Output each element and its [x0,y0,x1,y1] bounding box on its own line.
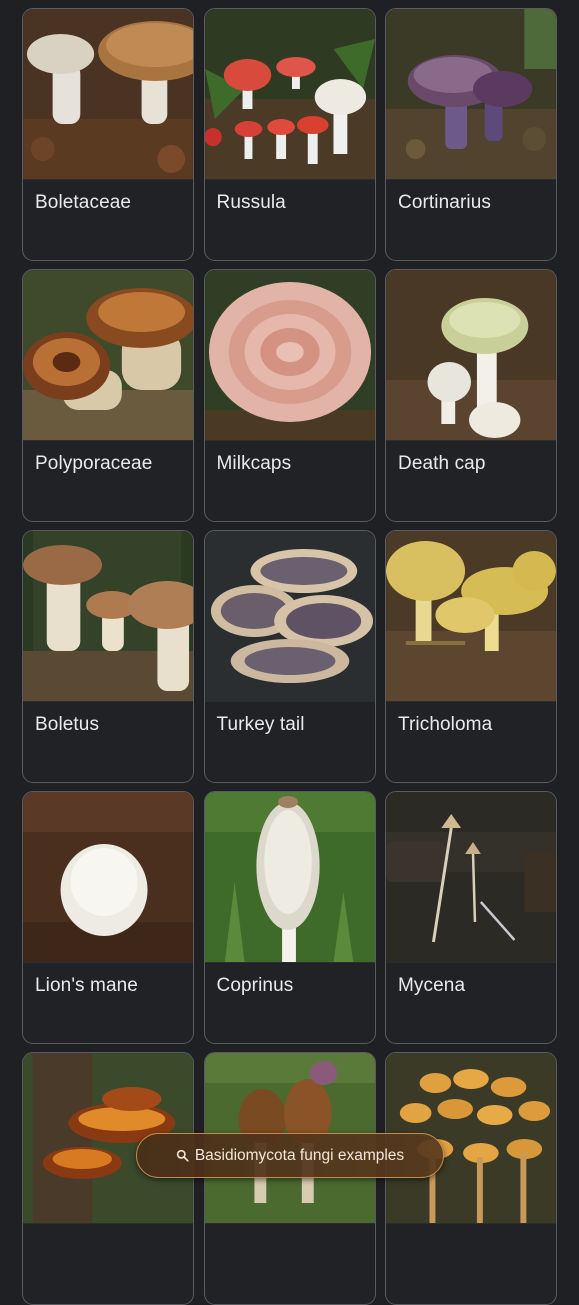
polyporaceae-image [23,270,193,441]
card-boletaceae[interactable]: Boletaceae [22,8,194,261]
card-label: Lion's mane [35,975,138,996]
tricholoma-image [386,531,556,702]
card-polyporaceae[interactable]: Polyporaceae [22,269,194,522]
card-death-cap[interactable]: Death cap [385,269,557,522]
card-partial-3[interactable] [385,1052,557,1305]
card-label: Polyporaceae [35,453,153,474]
card-label: Coprinus [216,975,294,996]
search-suggestion-chip[interactable]: Basidiomycota fungi examples [136,1133,444,1178]
card-russula[interactable]: Russula [203,8,376,261]
card-partial-1[interactable] [22,1052,194,1305]
card-label: Cortinarius [398,192,491,213]
milkcaps-image [204,270,375,441]
card-mycena[interactable]: Mycena [385,791,557,1044]
card-partial-2[interactable] [203,1052,376,1305]
results-grid: Boletaceae Russula Cortinarius Polyporac… [22,8,557,1305]
lions-mane-image [23,792,193,963]
card-label: Turkey tail [216,714,305,735]
card-lions-mane[interactable]: Lion's mane [22,791,194,1044]
card-label: Boletus [35,714,100,735]
mycena-image [386,792,556,963]
card-boletus[interactable]: Boletus [22,530,194,783]
card-label: Boletaceae [35,192,132,213]
card-label: Death cap [398,453,486,474]
coprinus-image [204,792,375,963]
death-cap-image [386,270,556,441]
boletus-image [23,531,193,702]
search-chip-label: Basidiomycota fungi examples [194,1146,405,1164]
card-milkcaps[interactable]: Milkcaps [203,269,376,522]
card-label: Mycena [398,975,466,996]
card-tricholoma[interactable]: Tricholoma [385,530,557,783]
card-turkey-tail[interactable]: Turkey tail [203,530,376,783]
russula-image [204,9,375,180]
boletaceae-image [23,9,193,180]
card-coprinus[interactable]: Coprinus [203,791,376,1044]
card-cortinarius[interactable]: Cortinarius [385,8,557,261]
turkey-tail-image [204,531,375,702]
cortinarius-image [386,9,556,180]
card-label: Russula [216,192,286,213]
card-label: Milkcaps [216,453,292,474]
card-label: Tricholoma [398,714,493,735]
search-icon [176,1149,189,1162]
